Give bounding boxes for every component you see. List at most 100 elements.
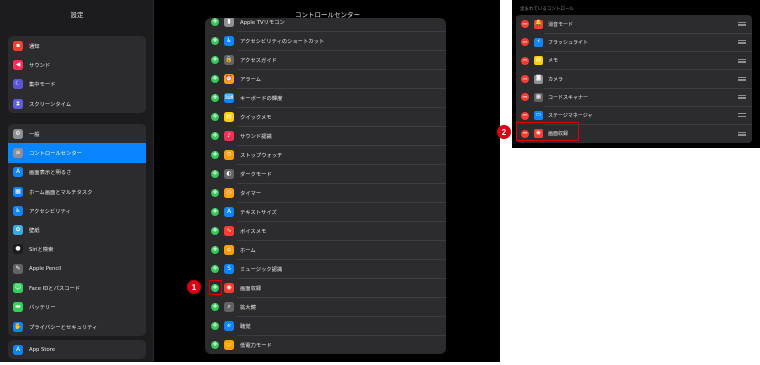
control-label: 消音モード bbox=[548, 21, 574, 28]
face-id-icon: ☺ bbox=[13, 283, 23, 294]
add-control-button[interactable]: + bbox=[211, 340, 219, 349]
control-label: キーボードの輝度 bbox=[240, 95, 283, 102]
sidebar-item-label: 一般 bbox=[29, 131, 40, 138]
sidebar-item[interactable]: ♿ アクセシビリティ bbox=[8, 201, 146, 220]
remote-icon: ▮ bbox=[224, 18, 234, 27]
add-control-button[interactable]: + bbox=[211, 55, 219, 64]
control-label: サウンド認識 bbox=[240, 133, 272, 140]
reorder-handle[interactable] bbox=[738, 131, 746, 136]
sidebar-item-label: 集中モード bbox=[29, 82, 56, 89]
control-row: + ▭ 低電力モード bbox=[205, 335, 446, 354]
remove-control-button[interactable]: − bbox=[521, 75, 529, 84]
remove-control-button[interactable]: − bbox=[521, 20, 529, 29]
add-control-button[interactable]: + bbox=[211, 131, 219, 140]
add-control-button[interactable]: + bbox=[211, 245, 219, 254]
control-row: + ⌕ 拡大鏡 bbox=[205, 297, 446, 316]
reorder-handle[interactable] bbox=[738, 95, 746, 100]
flashlight-icon: ⚡ bbox=[534, 37, 543, 47]
sidebar-item-label: アクセシビリティ bbox=[29, 208, 71, 215]
sidebar-item-label: Siriと検索 bbox=[29, 247, 54, 254]
control-label: カメラ bbox=[548, 76, 564, 83]
reorder-handle[interactable] bbox=[738, 113, 746, 118]
control-row: + ▤ クイックメモ bbox=[205, 107, 446, 126]
add-control-button[interactable]: + bbox=[211, 150, 219, 159]
sidebar-item[interactable]: A 画面表示と明るさ bbox=[8, 163, 146, 182]
control-row: + ♿ アクセシビリティのショートカット bbox=[205, 31, 446, 50]
add-control-button[interactable]: + bbox=[211, 264, 219, 273]
included-control-row: − 🔔 消音モード bbox=[516, 15, 752, 34]
add-control-button[interactable]: + bbox=[211, 321, 219, 330]
sidebar-item[interactable]: ✿ 壁紙 bbox=[8, 220, 146, 239]
control-row: + ◷ タイマー bbox=[205, 183, 446, 202]
stopwatch-icon: ⏱ bbox=[224, 149, 234, 160]
sidebar-item-label: コントロールセンター bbox=[29, 150, 82, 157]
add-control-button[interactable]: + bbox=[211, 207, 219, 216]
remove-control-button[interactable]: − bbox=[521, 93, 529, 102]
screen-record-icon: ◉ bbox=[224, 282, 234, 293]
sidebar-item[interactable]: ≡ コントロールセンター bbox=[8, 143, 146, 163]
step-1-marker: 1 bbox=[187, 280, 201, 294]
sidebar-item[interactable]: ✋ プライバシーとセキュリティ bbox=[8, 317, 146, 336]
pencil-icon: ✎ bbox=[13, 263, 23, 274]
sidebar-item[interactable]: A App Store bbox=[8, 340, 146, 359]
control-label: 拡大鏡 bbox=[240, 304, 256, 311]
sidebar-item-label: 画面表示と明るさ bbox=[29, 170, 72, 177]
sidebar-item[interactable]: ● Siriと検索 bbox=[8, 240, 146, 259]
magnifier-icon: ⌕ bbox=[224, 301, 234, 312]
hourglass-icon: ⧗ bbox=[13, 98, 23, 109]
control-label: Apple TVリモコン bbox=[240, 19, 285, 26]
battery-icon: ▬ bbox=[13, 302, 23, 313]
control-label: ミュージック認識 bbox=[240, 266, 283, 273]
highlight-add-button bbox=[209, 280, 222, 295]
sidebar-item[interactable]: ▦ ホーム画面とマルチタスク bbox=[8, 182, 146, 201]
text-size-control-icon: A bbox=[224, 206, 234, 217]
sidebar-item[interactable]: ☾ 集中モード bbox=[8, 75, 146, 94]
control-label: ボイスメモ bbox=[240, 228, 267, 235]
control-label: クイックメモ bbox=[240, 114, 272, 121]
add-control-button[interactable]: + bbox=[211, 169, 219, 178]
control-row: + ⌂ ホーム bbox=[205, 240, 446, 259]
sidebar-item[interactable]: ▪ 通知 bbox=[8, 36, 146, 55]
settings-sidebar: 設定 ▪ 通知 ◀ サウンド ☾ 集中モード ⧗ スクリーンタイム ⚙ 一般 ≡ コントロールセンタ… bbox=[0, 0, 154, 362]
qr-code-icon: ▦ bbox=[534, 92, 543, 102]
stage-manager-icon: ▭ bbox=[534, 111, 543, 121]
sidebar-item-label: ホーム画面とマルチタスク bbox=[29, 189, 93, 196]
remove-control-button[interactable]: − bbox=[521, 56, 529, 65]
reorder-handle[interactable] bbox=[738, 58, 746, 63]
sidebar-item-label: 通知 bbox=[29, 43, 40, 50]
control-row: + S ミュージック認識 bbox=[205, 259, 446, 278]
add-control-button[interactable]: + bbox=[211, 18, 219, 26]
low-power-icon: ▭ bbox=[224, 339, 234, 350]
timer-icon: ◷ bbox=[224, 187, 234, 198]
sidebar-item[interactable]: ⧗ スクリーンタイム bbox=[8, 94, 146, 113]
included-control-row: − ⚡ フラッシュライト bbox=[516, 33, 752, 52]
add-control-button[interactable]: + bbox=[211, 302, 219, 311]
control-label: 聴覚 bbox=[240, 323, 251, 330]
sidebar-item[interactable]: ⚙ 一般 bbox=[8, 124, 146, 143]
remove-control-button[interactable]: − bbox=[521, 38, 529, 47]
sidebar-item[interactable]: ✎ Apple Pencil bbox=[8, 259, 146, 278]
included-control-row: − ▦ コードスキャナー bbox=[516, 88, 752, 107]
sidebar-item[interactable]: ▬ バッテリー bbox=[8, 298, 146, 317]
add-control-button[interactable]: + bbox=[211, 93, 219, 102]
sidebar-item[interactable]: ☺ Face IDとパスコード bbox=[8, 278, 146, 297]
add-control-button[interactable]: + bbox=[211, 74, 219, 83]
add-control-button[interactable]: + bbox=[211, 36, 219, 45]
control-label: メモ bbox=[548, 58, 559, 65]
sidebar-group-general: ⚙ 一般 ≡ コントロールセンター A 画面表示と明るさ ▦ ホーム画面とマルチタスク ♿ アクセ… bbox=[8, 124, 146, 337]
reorder-handle[interactable] bbox=[738, 40, 746, 45]
sidebar-item[interactable]: ◀ サウンド bbox=[8, 55, 146, 74]
alarm-icon: ⏰ bbox=[224, 73, 234, 84]
reorder-handle[interactable] bbox=[738, 76, 746, 81]
text-size-icon: A bbox=[13, 167, 23, 178]
step-2-marker: 2 bbox=[497, 125, 511, 139]
reorder-handle[interactable] bbox=[738, 22, 746, 26]
add-control-button[interactable]: + bbox=[211, 112, 219, 121]
add-control-button[interactable]: + bbox=[211, 188, 219, 197]
control-row: + A テキストサイズ bbox=[205, 202, 446, 221]
sidebar-item-label: 壁紙 bbox=[29, 228, 40, 235]
control-label: アクセスガイド bbox=[240, 57, 277, 64]
remove-control-button[interactable]: − bbox=[521, 111, 529, 120]
add-control-button[interactable]: + bbox=[211, 226, 219, 235]
accessibility-shortcut-icon: ♿ bbox=[224, 35, 234, 46]
